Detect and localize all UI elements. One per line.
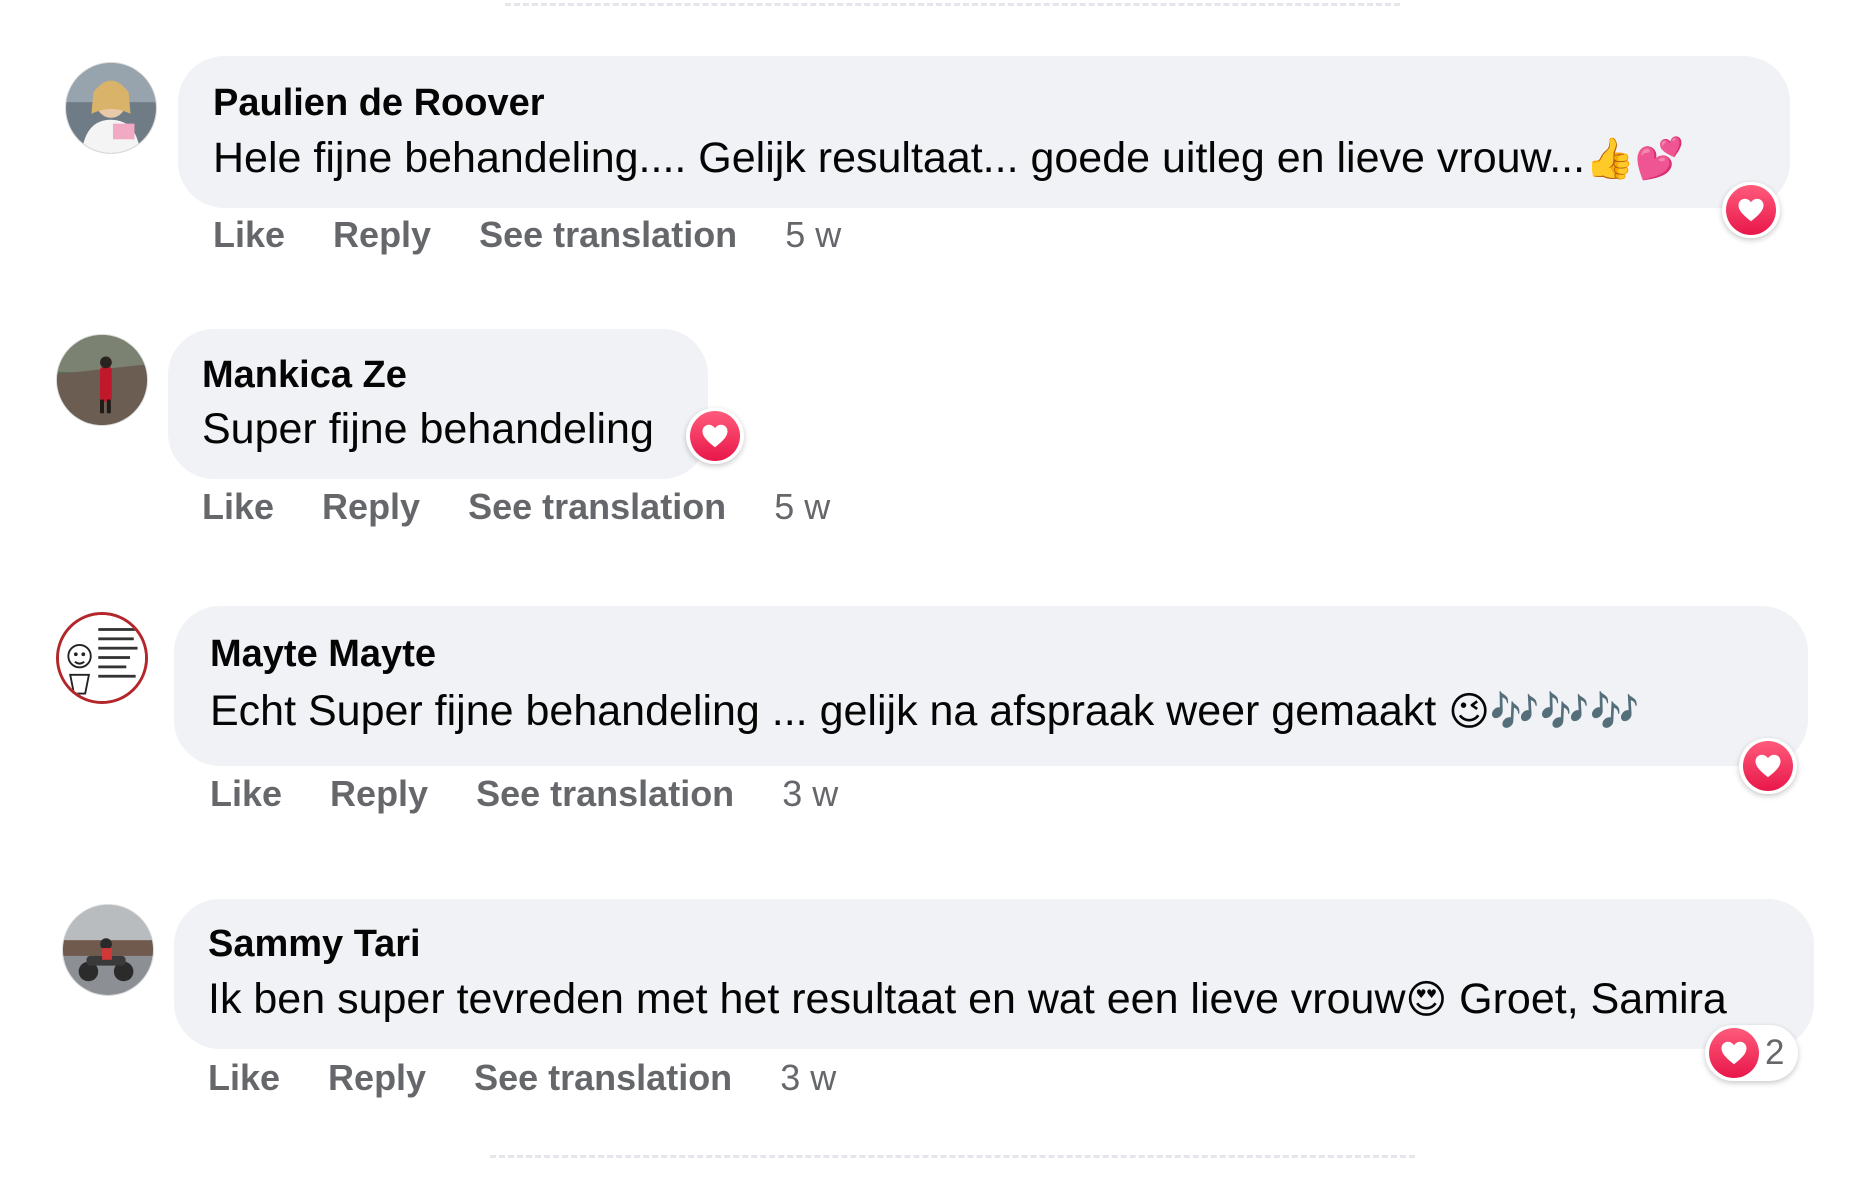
author-name[interactable]: Mankica Ze bbox=[202, 354, 407, 397]
comment-actions: Like Reply See translation 3 w bbox=[210, 773, 838, 815]
avatar[interactable] bbox=[62, 904, 154, 996]
comment-text: Ik ben super tevreden met het resultaat … bbox=[208, 975, 1727, 1024]
avatar[interactable] bbox=[56, 612, 148, 704]
comment-bubble bbox=[174, 606, 1808, 766]
see-translation-button[interactable]: See translation bbox=[476, 773, 734, 815]
reply-button[interactable]: Reply bbox=[328, 1057, 426, 1099]
see-translation-button[interactable]: See translation bbox=[468, 486, 726, 528]
author-name[interactable]: Paulien de Roover bbox=[213, 82, 545, 125]
avatar-photo bbox=[66, 63, 156, 153]
comment-body: Hele fijne behandeling.... Gelijk result… bbox=[213, 134, 1586, 182]
heart-icon bbox=[1743, 741, 1793, 791]
avatar-photo bbox=[57, 335, 147, 425]
reply-button[interactable]: Reply bbox=[330, 773, 428, 815]
comment-actions: Like Reply See translation 5 w bbox=[202, 486, 830, 528]
author-name[interactable]: Sammy Tari bbox=[208, 923, 421, 966]
emoji: 😍 bbox=[1405, 977, 1448, 1023]
comment-body-suffix: Groet, Samira bbox=[1447, 975, 1727, 1023]
heart-icon bbox=[1726, 185, 1776, 235]
comment-actions: Like Reply See translation 3 w bbox=[208, 1057, 836, 1099]
heart-icon bbox=[1709, 1028, 1759, 1078]
comment-text: Hele fijne behandeling.... Gelijk result… bbox=[213, 134, 1685, 183]
comment-body: Super fijne behandeling bbox=[202, 405, 654, 453]
like-button[interactable]: Like bbox=[208, 1057, 280, 1099]
comment-bubble bbox=[178, 56, 1790, 208]
comment-bubble bbox=[168, 329, 708, 479]
see-translation-button[interactable]: See translation bbox=[474, 1057, 732, 1099]
emoji: 👍💕 bbox=[1585, 136, 1685, 182]
reaction-count: 2 bbox=[1765, 1033, 1785, 1072]
comment-actions: Like Reply See translation 5 w bbox=[213, 214, 841, 256]
avatar-photo bbox=[63, 905, 153, 995]
avatar[interactable] bbox=[65, 62, 157, 154]
reaction-badge[interactable] bbox=[1739, 738, 1797, 794]
separator-top bbox=[505, 3, 1400, 6]
timestamp[interactable]: 5 w bbox=[774, 486, 830, 528]
reaction-badge[interactable] bbox=[1722, 182, 1780, 238]
timestamp[interactable]: 3 w bbox=[780, 1057, 836, 1099]
heart-icon bbox=[690, 411, 740, 461]
avatar-photo bbox=[59, 615, 145, 701]
like-button[interactable]: Like bbox=[202, 486, 274, 528]
comment-body: Ik ben super tevreden met het resultaat … bbox=[208, 975, 1406, 1023]
comment-body: Echt Super fijne behandeling ... gelijk … bbox=[210, 687, 1449, 735]
separator-bottom bbox=[490, 1155, 1415, 1158]
reply-button[interactable]: Reply bbox=[322, 486, 420, 528]
comment-text: Echt Super fijne behandeling ... gelijk … bbox=[210, 687, 1639, 736]
comment-bubble bbox=[174, 899, 1814, 1049]
timestamp[interactable]: 5 w bbox=[785, 214, 841, 256]
emoji: 😉🎶🎶🎶 bbox=[1448, 689, 1640, 735]
reaction-badge[interactable]: 2 bbox=[1705, 1025, 1799, 1081]
timestamp[interactable]: 3 w bbox=[782, 773, 838, 815]
author-name[interactable]: Mayte Mayte bbox=[210, 633, 436, 676]
comment-text: Super fijne behandeling bbox=[202, 405, 654, 454]
like-button[interactable]: Like bbox=[210, 773, 282, 815]
reply-button[interactable]: Reply bbox=[333, 214, 431, 256]
reaction-badge[interactable] bbox=[686, 408, 744, 464]
avatar[interactable] bbox=[56, 334, 148, 426]
like-button[interactable]: Like bbox=[213, 214, 285, 256]
see-translation-button[interactable]: See translation bbox=[479, 214, 737, 256]
